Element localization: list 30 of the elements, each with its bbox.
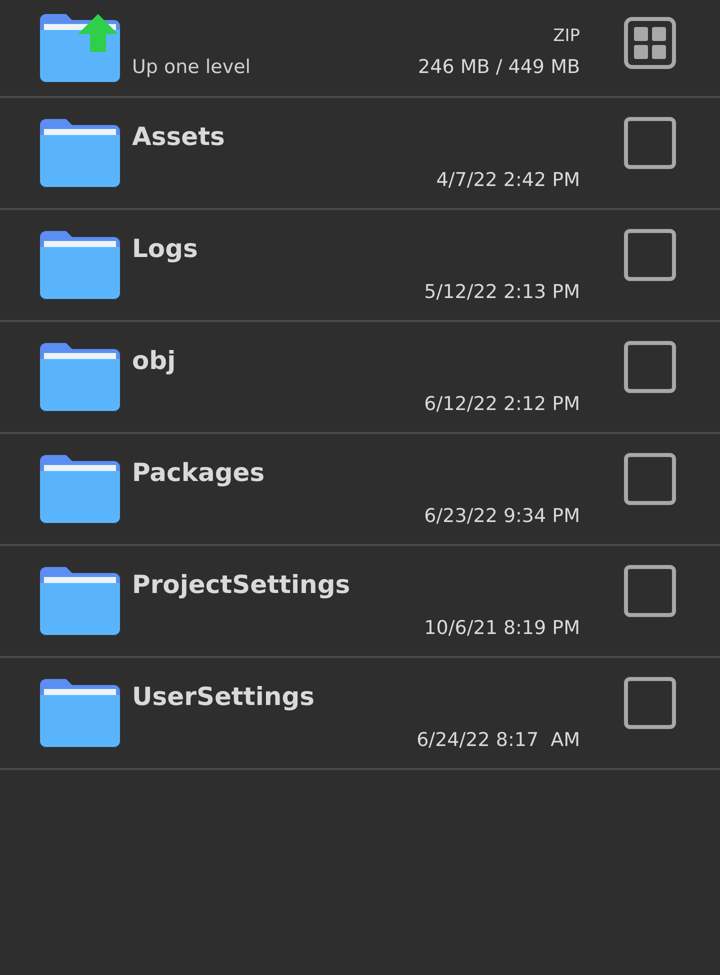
folder-icon — [40, 119, 120, 187]
modified-date: 4/7/22 2:42 PM — [436, 169, 580, 191]
folder-name[interactable]: Assets — [132, 122, 225, 151]
storage-usage: 246 MB / 449 MB — [418, 56, 580, 78]
modified-date: 6/24/22 8:17 AM — [416, 729, 580, 751]
folder-up-icon — [40, 14, 120, 82]
grid-icon — [624, 17, 676, 69]
checkbox[interactable] — [624, 229, 676, 281]
folder-name[interactable]: obj — [132, 346, 176, 375]
checkbox[interactable] — [624, 117, 676, 169]
modified-date: 5/12/22 2:13 PM — [424, 281, 580, 303]
up-one-level-label[interactable]: Up one level — [132, 56, 251, 78]
modified-date: 6/12/22 2:12 PM — [424, 393, 580, 415]
folder-icon — [40, 679, 120, 747]
modified-date: 6/23/22 9:34 PM — [424, 505, 580, 527]
checkbox[interactable] — [624, 453, 676, 505]
folder-icon — [40, 231, 120, 299]
folder-name[interactable]: Packages — [132, 458, 265, 487]
checkbox[interactable] — [624, 341, 676, 393]
folder-icon — [40, 343, 120, 411]
folder-icon — [40, 455, 120, 523]
folder-icon — [40, 567, 120, 635]
folder-name[interactable]: UserSettings — [132, 682, 314, 711]
grid-view-button[interactable] — [624, 17, 676, 69]
checkbox[interactable] — [624, 677, 676, 729]
checkbox[interactable] — [624, 565, 676, 617]
folder-name[interactable]: ProjectSettings — [132, 570, 350, 599]
archive-type: ZIP — [553, 26, 580, 46]
folder-name[interactable]: Logs — [132, 234, 198, 263]
modified-date: 10/6/21 8:19 PM — [424, 617, 580, 639]
